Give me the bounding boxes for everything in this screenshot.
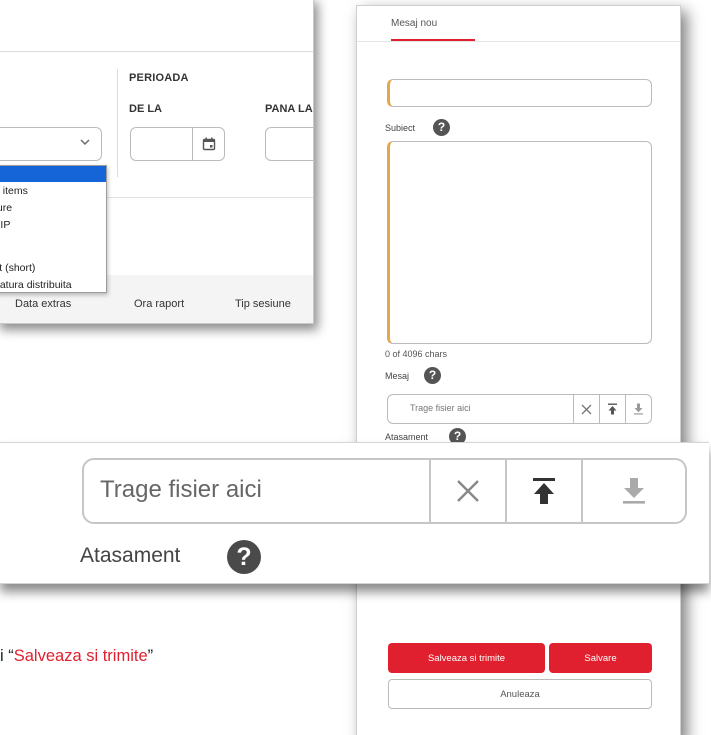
- to-date-input[interactable]: [265, 127, 313, 161]
- dropdown-option[interactable]: natura distribuita: [0, 279, 72, 291]
- char-counter: 0 of 4096 chars: [385, 349, 448, 359]
- calendar-button[interactable]: [192, 128, 224, 160]
- subject-textarea[interactable]: [387, 141, 652, 344]
- chevron-down-icon: [79, 136, 91, 151]
- zoomed-file-drop-field[interactable]: Trage fisier aici: [82, 458, 687, 524]
- to-date-label: PANA LA: [265, 103, 313, 115]
- zoomed-file-placeholder: Trage fisier aici: [84, 460, 431, 522]
- zoomed-download-button[interactable]: [583, 460, 685, 522]
- attachment-label: Atasament: [385, 432, 429, 442]
- tab-bar-line: [357, 41, 680, 42]
- vertical-divider: [117, 69, 118, 177]
- dropdown-option-selected[interactable]: [0, 166, 106, 182]
- download-button[interactable]: [625, 395, 651, 423]
- subject-label: Subiect: [385, 123, 416, 133]
- upload-icon: [608, 403, 617, 415]
- help-icon[interactable]: ?: [433, 119, 450, 136]
- tab-new-message[interactable]: Mesaj nou: [391, 18, 437, 29]
- save-and-send-button[interactable]: Salveaza si trimite: [388, 643, 545, 673]
- top-bar: [0, 0, 313, 52]
- download-icon: [623, 478, 645, 504]
- download-icon: [634, 403, 643, 415]
- file-drop-placeholder: Trage fisier aici: [410, 403, 471, 413]
- close-icon: [581, 404, 592, 414]
- filter-panel-screenshot: PERIOADA DE LA PANA LA Data extras Ora r…: [0, 0, 314, 324]
- message-label: Mesaj: [385, 371, 410, 381]
- from-date-input[interactable]: [130, 127, 225, 161]
- clear-file-button[interactable]: [573, 395, 599, 423]
- calendar-icon: [202, 137, 215, 151]
- cancel-button[interactable]: Anuleaza: [388, 679, 652, 709]
- instruction-caption: i “Salveaza si trimite”: [0, 647, 153, 666]
- zoomed-attachment-label: Atasament: [80, 544, 181, 567]
- type-dropdown-list: d items ture ZIP st (short) natura distr…: [0, 165, 107, 293]
- zoomed-clear-file-button[interactable]: [431, 460, 507, 522]
- recipient-input[interactable]: [387, 79, 652, 107]
- dropdown-option[interactable]: st (short): [0, 262, 35, 274]
- file-drop-field[interactable]: Trage fisier aici: [387, 394, 652, 424]
- help-icon[interactable]: ?: [227, 540, 261, 574]
- type-select[interactable]: [0, 127, 102, 161]
- message-form-panel: Mesaj nou Subiect ? 0 of 4096 chars Mesa…: [356, 5, 681, 735]
- column-header-date[interactable]: Data extras: [15, 298, 71, 310]
- dropdown-option[interactable]: d items: [0, 185, 28, 197]
- column-header-session-type[interactable]: Tip sesiune: [235, 298, 291, 310]
- column-header-time[interactable]: Ora raport: [134, 298, 184, 310]
- dropdown-option[interactable]: ZIP: [0, 219, 10, 231]
- zoomed-upload-button[interactable]: [507, 460, 583, 522]
- caption-prefix: i “: [0, 647, 14, 665]
- help-icon[interactable]: ?: [424, 367, 441, 384]
- attachment-zoom-panel: Trage fisier aici Atasament ?: [0, 442, 709, 584]
- period-section-title: PERIOADA: [129, 72, 189, 84]
- dropdown-option[interactable]: ture: [0, 202, 12, 214]
- save-button[interactable]: Salvare: [549, 643, 652, 673]
- upload-button[interactable]: [599, 395, 625, 423]
- from-date-label: DE LA: [129, 103, 162, 115]
- upload-icon: [533, 478, 555, 504]
- close-icon: [457, 480, 479, 502]
- caption-suffix: ”: [147, 647, 154, 665]
- caption-highlight: Salveaza si trimite: [13, 647, 148, 665]
